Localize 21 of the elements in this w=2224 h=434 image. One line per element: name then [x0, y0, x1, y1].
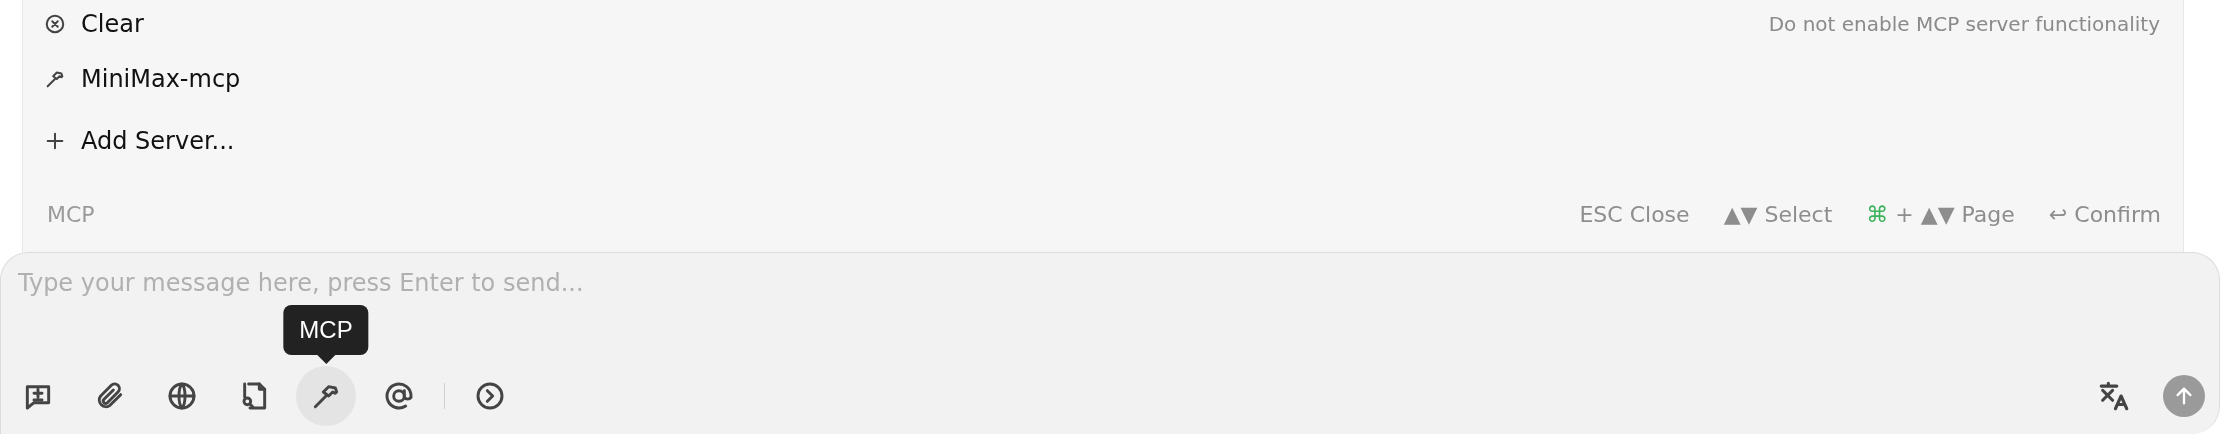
translate-icon [2097, 379, 2131, 413]
menu-item[interactable]: Clear Do not enable MCP server functionality [23, 0, 2183, 48]
item-description: Do not enable MCP server functionality [1768, 12, 2161, 36]
chevron-circle-icon [474, 380, 506, 412]
at-sign-icon [383, 380, 415, 412]
globe-icon [166, 380, 198, 412]
item-label: Clear [81, 10, 144, 38]
item-label: MiniMax-mcp [81, 65, 241, 93]
shortcut-hint: ▲▼ Select [1723, 201, 1833, 227]
menu-item[interactable]: Add Server... [23, 110, 2183, 172]
tooltip: MCP [283, 305, 369, 364]
shortcut-hint: ↩ Confirm [2048, 201, 2161, 227]
menu-item[interactable]: MiniMax-mcp [23, 48, 2183, 110]
item-label: Add Server... [81, 127, 235, 155]
plus-icon [44, 130, 66, 152]
send-button[interactable] [2163, 375, 2205, 417]
menu-title: MCP [47, 201, 95, 227]
shortcut-hint: ⌘ + ▲▼ Page [1866, 201, 2015, 227]
x-circle-icon [44, 13, 66, 35]
message-input[interactable]: Type your message here, press Enter to send... [18, 261, 1418, 305]
shortcut-hint: ESC Close [1579, 201, 1690, 227]
